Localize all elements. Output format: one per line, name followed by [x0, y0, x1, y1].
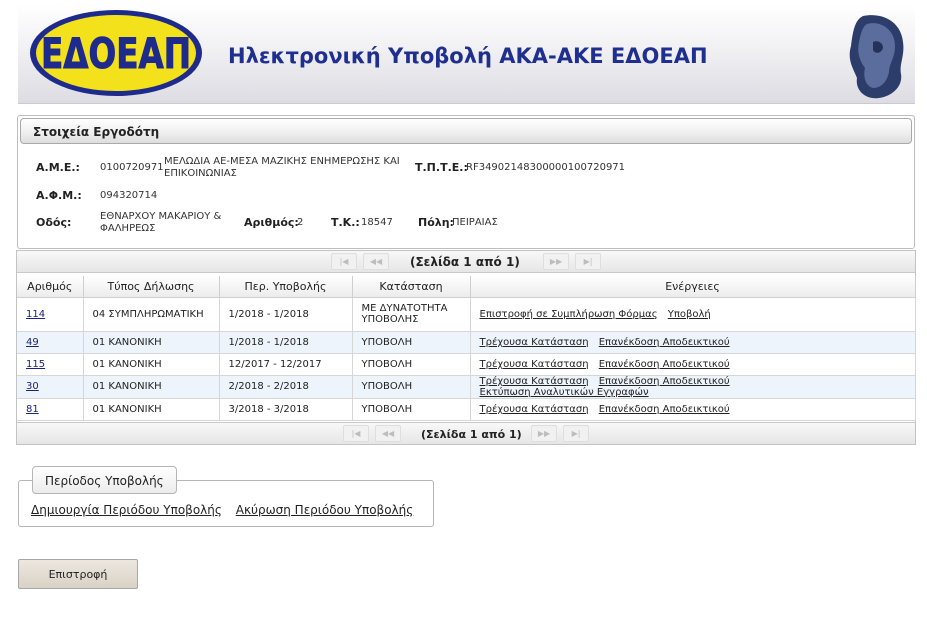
first-page-button[interactable]: |◀ [331, 253, 357, 270]
page-indicator: (Σελίδα 1 από 1) [410, 255, 520, 269]
declaration-period: 2/2018 - 2/2018 [218, 375, 353, 399]
declaration-actions: Τρέχουσα Κατάσταση Επανέκδοση Αποδεικτικ… [469, 331, 916, 354]
declaration-type: 01 ΚΑΝΟΝΙΚΗ [82, 375, 220, 399]
afm-value: 094320714 [100, 190, 158, 201]
next-page-button[interactable]: ▶▶ [543, 253, 569, 270]
declaration-status: ΜΕ ΔΥΝΑΤΟΤΗΤΑ ΥΠΟΒΟΛΗΣ [351, 297, 471, 332]
ame-label: Α.Μ.Ε.: [36, 161, 80, 174]
number-label: Αριθμός: [244, 216, 299, 229]
table-row: 81 01 ΚΑΝΟΝΙΚΗ 3/2018 - 3/2018 ΥΠΟΒΟΛΗ Τ… [17, 398, 916, 421]
reissue-receipt-link[interactable]: Επανέκδοση Αποδεικτικού [599, 404, 730, 415]
number-value: 2 [297, 217, 304, 228]
declaration-period: 3/2018 - 3/2018 [218, 398, 353, 421]
declaration-actions: Τρέχουσα Κατάσταση Επανέκδοση Αποδεικτικ… [469, 375, 916, 399]
declaration-status: ΥΠΟΒΟΛΗ [351, 353, 471, 376]
prev-page-button[interactable]: ◀◀ [375, 425, 401, 442]
top-pager: |◀ ◀◀ (Σελίδα 1 από 1) ▶▶ ▶| [17, 251, 915, 273]
declaration-type: 01 ΚΑΝΟΝΙΚΗ [82, 331, 220, 354]
print-records-link[interactable]: Εκτύπωση Αναλυτικών Εγγραφών [480, 387, 649, 398]
current-status-link[interactable]: Τρέχουσα Κατάσταση [480, 359, 589, 370]
table-header-row: Αριθμός Τύπος Δήλωσης Περ. Υποβολής Κατά… [17, 276, 916, 298]
declaration-type: 04 ΣΥΜΠΛΗΡΩΜΑΤΙΚΗ [82, 297, 220, 332]
submission-period-links: Δημιουργία Περιόδου Υποβολής Ακύρωση Περ… [31, 503, 423, 517]
city-value: ΠΕΙΡΑΙΑΣ [452, 217, 498, 228]
col-header-type[interactable]: Τύπος Δήλωσης [82, 276, 220, 298]
cancel-period-link[interactable]: Ακύρωση Περιόδου Υποβολής [236, 503, 414, 517]
declaration-type: 01 ΚΑΝΟΝΙΚΗ [82, 353, 220, 376]
declaration-type: 01 ΚΑΝΟΝΙΚΗ [82, 398, 220, 421]
create-period-link[interactable]: Δημιουργία Περιόδου Υποβολής [31, 503, 222, 517]
edoeap-logo: ΕΔΟΕΑΠ [30, 10, 202, 96]
afm-label: Α.Φ.Μ.: [36, 189, 82, 202]
first-page-button[interactable]: |◀ [343, 425, 369, 442]
page-indicator: (Σελίδα 1 από 1) [421, 428, 522, 441]
declaration-status: ΥΠΟΒΟΛΗ [351, 331, 471, 354]
header-banner: ΕΔΟΕΑΠ Ηλεκτρονική Υποβολή ΑΚΑ-ΑΚΕ ΕΔΟΕΑ… [18, 4, 915, 104]
declaration-number-link[interactable]: 49 [26, 337, 39, 348]
bottom-pager: |◀ ◀◀ (Σελίδα 1 από 1) ▶▶ ▶| [17, 422, 915, 444]
table-row: 114 04 ΣΥΜΠΛΗΡΩΜΑΤΙΚΗ 1/2018 - 1/2018 ΜΕ… [17, 297, 916, 332]
employer-name: ΜΕΛΩΔΙΑ ΑΕ-ΜΕΣΑ ΜΑΖΙΚΗΣ ΕΝΗΜΕΡΩΣΗΣ ΚΑΙ Ε… [164, 156, 400, 179]
street-label: Οδός: [36, 216, 72, 229]
declaration-number-link[interactable]: 30 [26, 381, 39, 392]
declaration-status: ΥΠΟΒΟΛΗ [351, 398, 471, 421]
declaration-actions: Τρέχουσα Κατάσταση Επανέκδοση Αποδεικτικ… [469, 398, 916, 421]
back-button[interactable]: Επιστροφή [18, 559, 138, 589]
declaration-number-link[interactable]: 114 [26, 309, 45, 320]
col-header-actions: Ενέργειες [469, 276, 916, 298]
declaration-number-link[interactable]: 81 [26, 404, 39, 415]
declaration-status: ΥΠΟΒΟΛΗ [351, 375, 471, 399]
tpte-label: Τ.Π.Τ.Ε.: [415, 161, 468, 174]
reissue-receipt-link[interactable]: Επανέκδοση Αποδεικτικού [599, 337, 730, 348]
page-title: Ηλεκτρονική Υποβολή ΑΚΑ-ΑΚΕ ΕΔΟΕΑΠ [228, 44, 708, 68]
col-header-period[interactable]: Περ. Υποβολής [218, 276, 353, 298]
logo-text: ΕΔΟΕΑΠ [41, 29, 191, 78]
statue-head-image [849, 15, 904, 99]
tk-value: 18547 [361, 217, 393, 228]
col-header-number[interactable]: Αριθμός [17, 276, 84, 298]
declarations-table: Αριθμός Τύπος Δήλωσης Περ. Υποβολής Κατά… [17, 276, 916, 421]
current-status-link[interactable]: Τρέχουσα Κατάσταση [480, 337, 589, 348]
employer-panel-header: Στοιχεία Εργοδότη [20, 118, 912, 144]
last-page-button[interactable]: ▶| [575, 253, 601, 270]
declarations-grid: |◀ ◀◀ (Σελίδα 1 από 1) ▶▶ ▶| Αριθμός Τύπ… [16, 250, 916, 445]
col-header-status[interactable]: Κατάσταση [351, 276, 471, 298]
submit-link[interactable]: Υποβολή [668, 309, 711, 320]
ame-value: 0100720971 [100, 162, 164, 173]
city-label: Πόλη: [418, 216, 454, 229]
declaration-actions: Τρέχουσα Κατάσταση Επανέκδοση Αποδεικτικ… [469, 353, 916, 376]
declaration-period: 12/2017 - 12/2017 [218, 353, 353, 376]
table-row: 49 01 ΚΑΝΟΝΙΚΗ 1/2018 - 1/2018 ΥΠΟΒΟΛΗ Τ… [17, 331, 916, 354]
prev-page-button[interactable]: ◀◀ [363, 253, 389, 270]
employer-panel: Στοιχεία Εργοδότη Α.Μ.Ε.: 0100720971 ΜΕΛ… [17, 115, 915, 249]
declaration-period: 1/2018 - 1/2018 [218, 297, 353, 332]
declaration-period: 1/2018 - 1/2018 [218, 331, 353, 354]
current-status-link[interactable]: Τρέχουσα Κατάσταση [480, 376, 589, 387]
reissue-receipt-link[interactable]: Επανέκδοση Αποδεικτικού [599, 359, 730, 370]
table-row: 115 01 ΚΑΝΟΝΙΚΗ 12/2017 - 12/2017 ΥΠΟΒΟΛ… [17, 353, 916, 376]
next-page-button[interactable]: ▶▶ [531, 425, 557, 442]
tpte-value: RF34902148300000100720971 [466, 162, 626, 173]
street-value: ΕΘΝΑΡΧΟΥ ΜΑΚΑΡΙΟΥ & ΦΑΛΗΡΕΩΣ [100, 211, 222, 234]
declaration-number-link[interactable]: 115 [26, 359, 45, 370]
current-status-link[interactable]: Τρέχουσα Κατάσταση [480, 404, 589, 415]
declaration-actions: Επιστροφή σε Συμπλήρωση Φόρμας Υποβολή [469, 297, 916, 332]
return-to-form-link[interactable]: Επιστροφή σε Συμπλήρωση Φόρμας [480, 309, 658, 320]
tk-label: Τ.Κ.: [331, 216, 360, 229]
submission-period-legend: Περίοδος Υποβολής [32, 466, 177, 494]
last-page-button[interactable]: ▶| [563, 425, 589, 442]
table-row: 30 01 ΚΑΝΟΝΙΚΗ 2/2018 - 2/2018 ΥΠΟΒΟΛΗ Τ… [17, 375, 916, 399]
reissue-receipt-link[interactable]: Επανέκδοση Αποδεικτικού [599, 376, 730, 387]
